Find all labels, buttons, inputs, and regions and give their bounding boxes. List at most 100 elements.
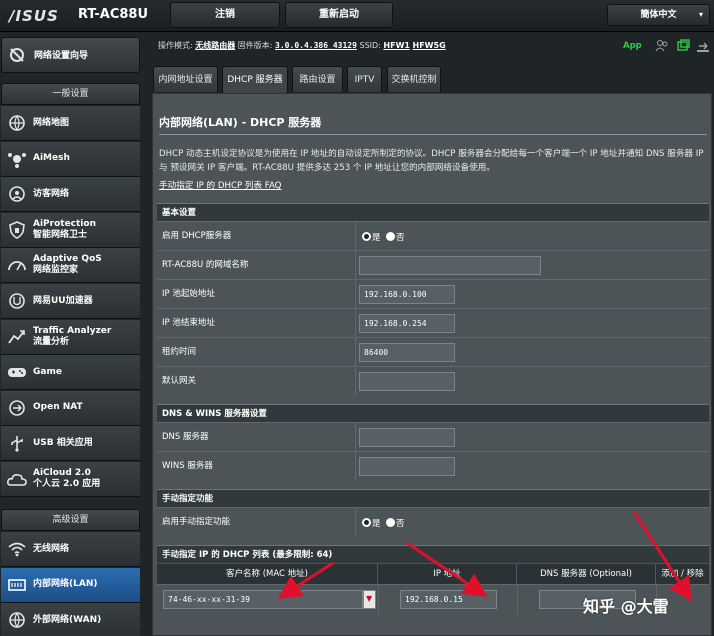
- radio-dot: [362, 518, 371, 527]
- sidebar-item-label: 内部网络(LAN): [33, 568, 138, 602]
- client-mac-input[interactable]: 74-46-xx-xx-31-39: [163, 590, 363, 609]
- sidebar-item-title: Open NAT: [33, 402, 83, 413]
- tab-route[interactable]: 路由设置: [292, 66, 343, 92]
- tab-dhcp-server[interactable]: DHCP 服务器: [222, 66, 288, 94]
- sidebar-item-globe[interactable]: 网络地图: [1, 106, 140, 141]
- sidebar-item-guest-globe[interactable]: 访客网络: [1, 177, 140, 213]
- usb-status-icon[interactable]: [676, 39, 690, 53]
- firmware-version[interactable]: 3.0.0.4.386_43129: [275, 41, 357, 50]
- ssid-24g[interactable]: HFW1: [383, 41, 410, 50]
- sidebar-item-cloud[interactable]: AiCloud 2.0 个人云 2.0 应用: [1, 462, 140, 497]
- usb-icon: [11, 436, 23, 452]
- radio-dot: [386, 232, 395, 241]
- sidebar-item-speedometer[interactable]: Adaptive QoS 网络监控家: [1, 248, 140, 284]
- sidebar-item-shield[interactable]: AiProtection 智能网络卫士: [1, 212, 140, 248]
- tab-switch-control[interactable]: 交换机控制: [387, 66, 441, 92]
- sidebar-item-subtitle: 网络监控家: [33, 265, 79, 276]
- sidebar-item-wifi[interactable]: 无线网络: [1, 532, 140, 567]
- sidebar-item-lan[interactable]: 内部网络(LAN): [1, 567, 140, 603]
- sidebar-item-subtitle: 智能网络卫士: [33, 229, 88, 240]
- client-dropdown-button[interactable]: ▼: [363, 590, 376, 609]
- sidebar-item-traffic[interactable]: Traffic Analyzer 流量分析: [1, 319, 140, 355]
- status-icons: App: [623, 38, 713, 54]
- row-ip-pool-end: IP 池结束地址 192.168.0.254: [157, 308, 709, 338]
- lease-time-label: 租约时间: [162, 347, 197, 357]
- sidebar-item-title: 访客网络: [33, 188, 70, 199]
- wins-server-label: WINS 服务器: [162, 461, 213, 471]
- sidebar-item-label: AiMesh: [33, 142, 138, 176]
- radio-dot: [386, 518, 395, 527]
- ssid-5g[interactable]: HFW5G: [413, 41, 446, 50]
- sidebar-item-label: USB 相关应用: [33, 426, 138, 460]
- wizard-icon: [10, 48, 24, 62]
- lease-time-cell: 86400: [355, 338, 709, 367]
- dns-server-input[interactable]: [359, 428, 455, 447]
- sidebar-item-open-nat[interactable]: Open NAT: [1, 390, 140, 426]
- domain-name-input[interactable]: [359, 256, 541, 275]
- sidebar-item-wan[interactable]: 外部网络(WAN): [1, 603, 140, 636]
- accelerator-icon: [9, 293, 25, 309]
- enable-dhcp-yes-radio[interactable]: 是: [362, 231, 381, 243]
- language-label: 簡体中文: [640, 10, 677, 20]
- page-title: 内部网络(LAN) - DHCP 服务器: [159, 116, 322, 129]
- sidebar-item-title: AiCloud 2.0: [33, 468, 91, 478]
- ip-pool-end-input[interactable]: 192.168.0.254: [359, 314, 455, 333]
- enable-manual-yes-radio[interactable]: 是: [362, 517, 381, 529]
- sidebar-item-label: Game: [33, 355, 138, 389]
- radio-label: 是: [372, 519, 381, 529]
- sidebar-item-title: Traffic Analyzer: [33, 325, 112, 336]
- logout-button[interactable]: 注销: [170, 2, 280, 28]
- faq-link[interactable]: 手动指定 IP 的 DHCP 列表 FAQ: [159, 179, 281, 191]
- row-domain-name: RT-AC88U 的网域名称: [157, 250, 709, 280]
- dhcp-list-heading: 手动指定 IP 的 DHCP 列表 (最多限制: 64): [157, 545, 709, 563]
- client-ip-input[interactable]: 192.168.0.15: [400, 590, 497, 609]
- enable-dhcp-no-radio[interactable]: 否: [386, 231, 405, 243]
- radio-label: 否: [396, 233, 405, 243]
- sidebar-item-title: 内部网络(LAN): [33, 579, 98, 589]
- ip-pool-start-label: IP 池起始地址: [162, 289, 215, 299]
- asus-logo: /ISUS: [9, 7, 59, 25]
- radio-label: 是: [372, 233, 381, 243]
- row-default-gateway: 默认网关: [157, 366, 709, 396]
- guest-globe-icon: [9, 186, 25, 202]
- cloud-icon: [7, 474, 27, 486]
- sidebar-item-label: Adaptive QoS 网络监控家: [33, 248, 138, 282]
- sidebar-item-title: 网易UU加速器: [33, 295, 93, 306]
- sidebar-item-usb[interactable]: USB 相关应用: [1, 426, 140, 462]
- sidebar-item-title: 网络地图: [33, 117, 70, 128]
- sidebar-item-label: 网络设置向导: [34, 50, 89, 61]
- watermark-text: 知乎 @大雷: [583, 597, 669, 616]
- wins-server-input[interactable]: [359, 457, 455, 476]
- col-client-name: 客户名称 (MAC 地址): [157, 564, 378, 584]
- ip-pool-start-input[interactable]: 192.168.0.100: [359, 285, 455, 304]
- mode-value[interactable]: 无线路由器: [195, 41, 235, 50]
- row-enable-manual: 启用手动指定功能 是 否: [157, 507, 709, 537]
- network-status-icon[interactable]: [696, 39, 710, 53]
- lan-icon: [8, 578, 26, 591]
- lease-time-input[interactable]: 86400: [359, 343, 455, 362]
- row-dns-server: DNS 服务器: [157, 422, 709, 452]
- wifi-icon: [8, 542, 26, 557]
- tab-iptv[interactable]: IPTV: [347, 66, 382, 92]
- radio-label: 否: [396, 519, 405, 529]
- language-select[interactable]: 簡体中文 ▾: [607, 4, 710, 26]
- enable-manual-no-radio[interactable]: 否: [386, 517, 405, 529]
- divider: [159, 134, 707, 135]
- sidebar-item-label: 无线网络: [33, 532, 138, 566]
- tab-lan-ip[interactable]: 内网地址设置: [153, 66, 218, 92]
- dhcp-list-header: 客户名称 (MAC 地址) IP 地址 DNS 服务器 (Optional) 添…: [157, 564, 709, 584]
- reboot-button[interactable]: 重新启动: [285, 2, 393, 28]
- sidebar-item-label: AiProtection 智能网络卫士: [33, 213, 138, 247]
- sidebar-item-accelerator[interactable]: 网易UU加速器: [1, 284, 140, 319]
- app-label[interactable]: App: [623, 41, 642, 51]
- default-gateway-input[interactable]: [359, 372, 455, 391]
- users-icon[interactable]: [655, 39, 669, 53]
- status-line: 操作模式: 无线路由器 固件版本: 3.0.0.4.386_43129 SSID…: [158, 40, 446, 51]
- shield-icon: [9, 220, 25, 239]
- sidebar-item-wizard[interactable]: 网络设置向导: [1, 37, 140, 73]
- enable-dhcp-cell: 是 否: [355, 222, 709, 251]
- sidebar-item-label: Traffic Analyzer 流量分析: [33, 320, 138, 354]
- sidebar-item-gamepad[interactable]: Game: [1, 355, 140, 391]
- sidebar-item-title: 外部网络(WAN): [33, 614, 102, 625]
- sidebar-item-mesh[interactable]: AiMesh: [1, 141, 140, 177]
